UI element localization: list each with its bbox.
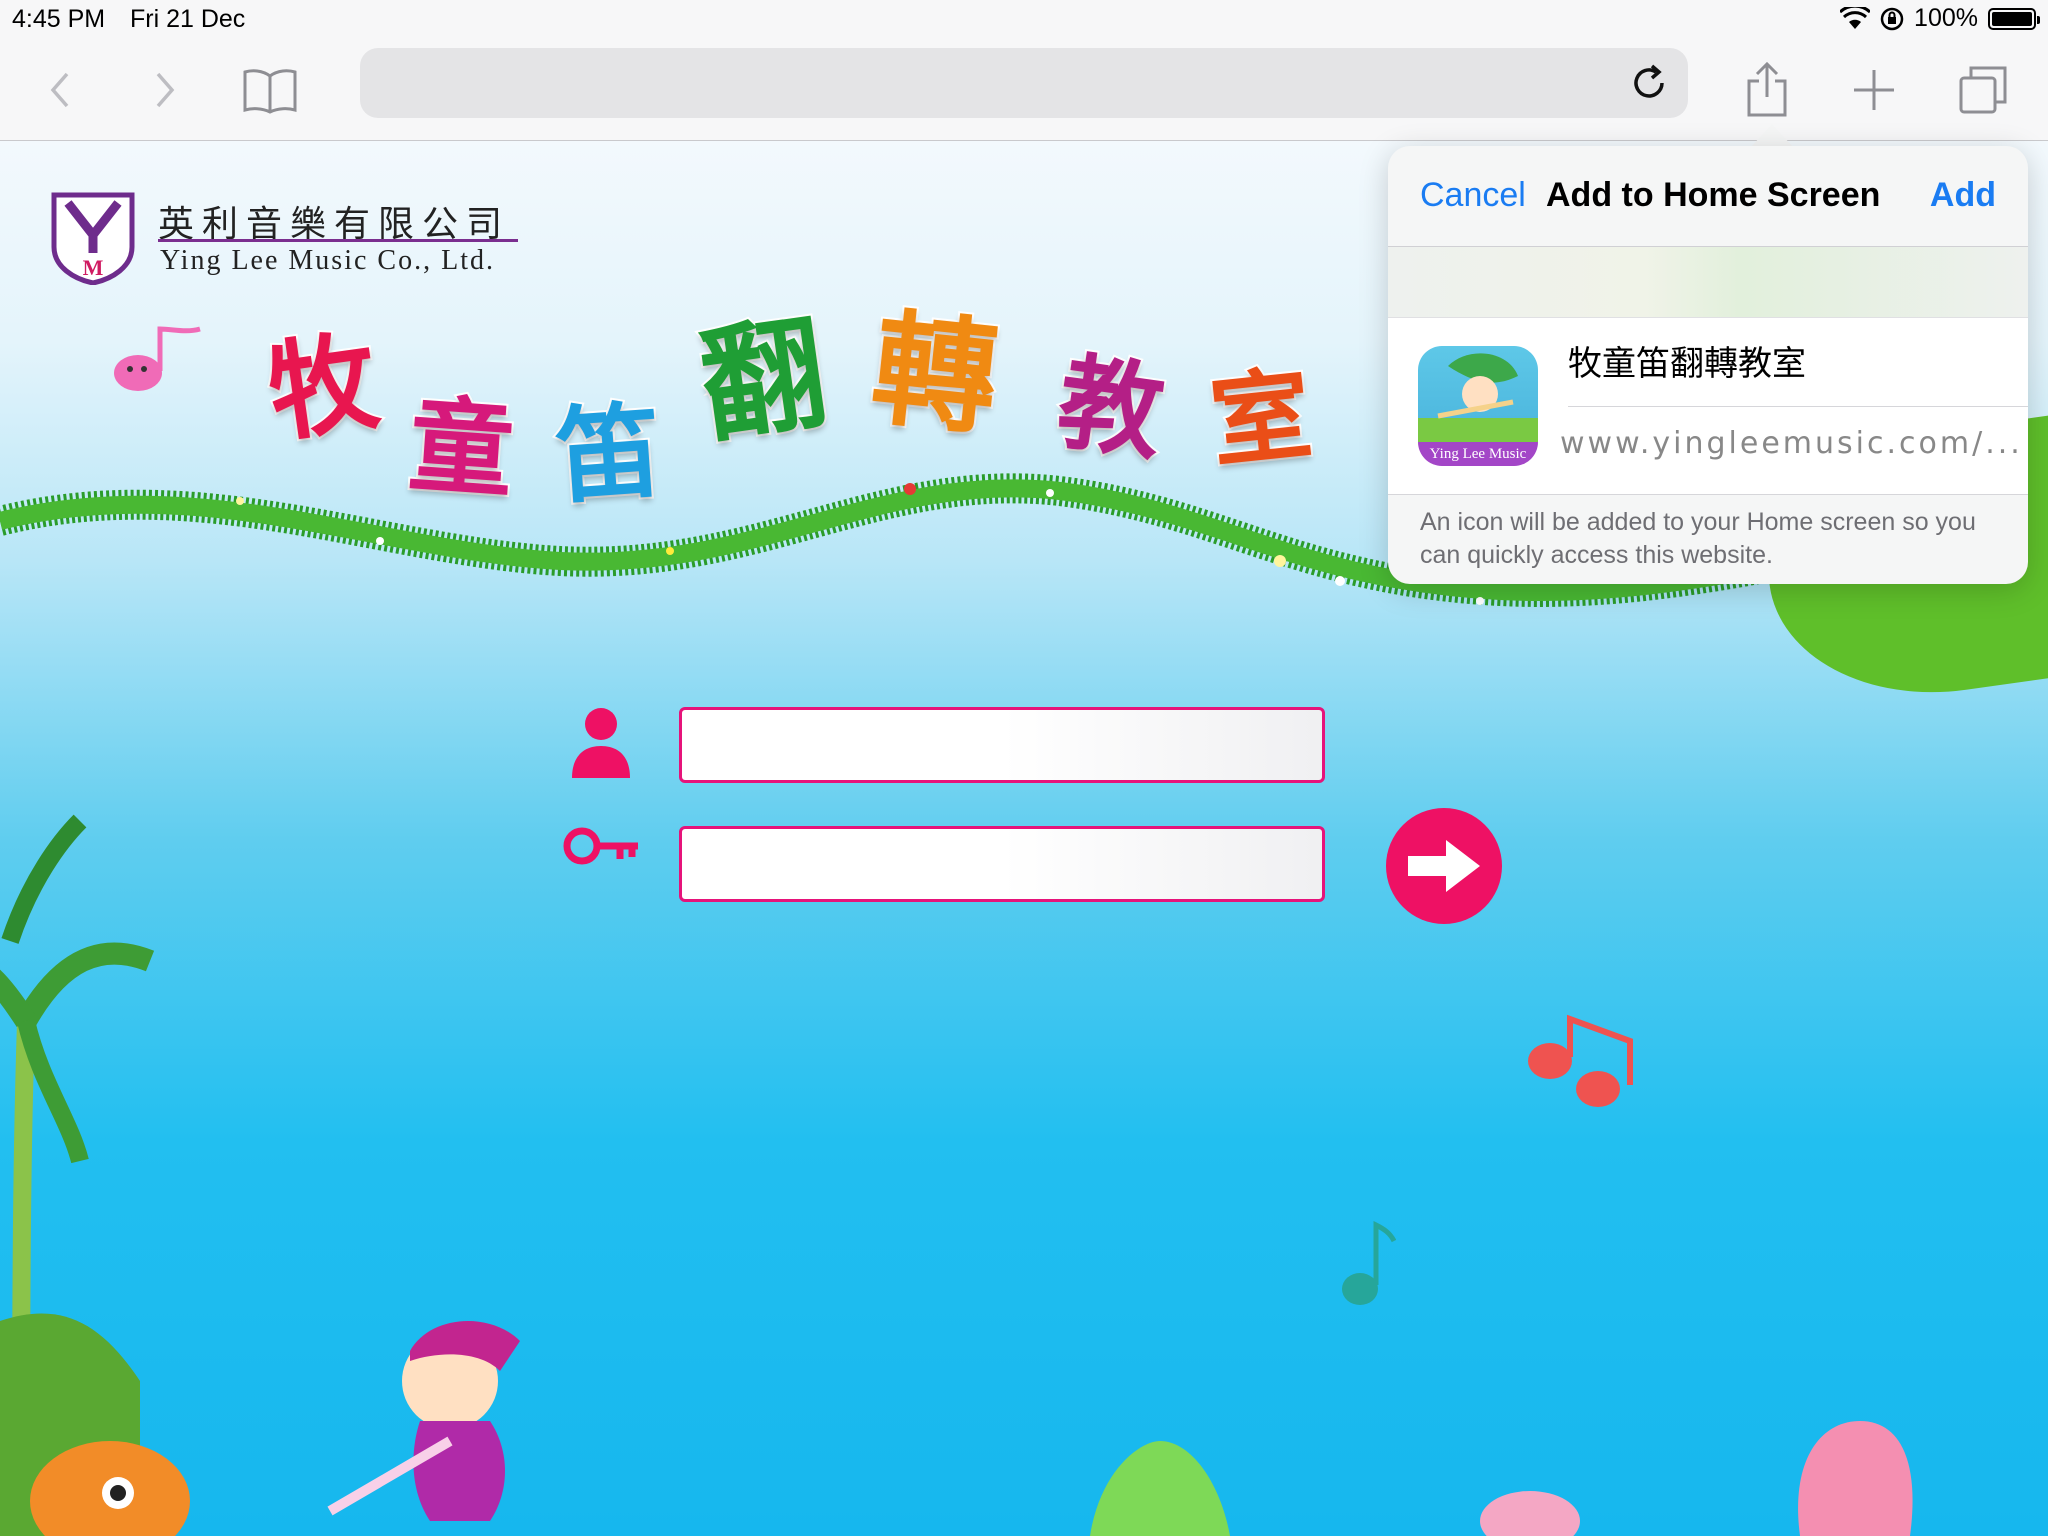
web-app-icon: Ying Lee Music <box>1418 346 1538 466</box>
app-url-text: www.yingleemusic.com/... <box>1560 426 2023 461</box>
status-right: 100% <box>1840 4 2040 33</box>
orientation-lock-icon <box>1880 7 1904 30</box>
user-icon <box>572 708 630 778</box>
address-bar[interactable] <box>360 48 1688 118</box>
teal-music-note-icon <box>1342 1220 1396 1305</box>
app-name-divider <box>1568 406 2028 407</box>
company-logo: M <box>50 191 136 290</box>
tabs-icon[interactable] <box>1953 60 2013 120</box>
key-icon <box>563 827 638 865</box>
share-icon[interactable] <box>1737 60 1797 120</box>
arrow-right-icon <box>1408 840 1480 892</box>
popover-footer-text: An icon will be added to your Home scree… <box>1420 508 1976 569</box>
app-icon-caption: Ying Lee Music <box>1430 446 1527 462</box>
company-name-english: Ying Lee Music Co., Ltd. <box>160 245 495 276</box>
add-button[interactable]: Add <box>1930 176 1996 215</box>
red-music-notes-icon <box>1528 1014 1633 1107</box>
battery-icon <box>1988 7 2040 30</box>
cancel-button[interactable]: Cancel <box>1420 176 1526 215</box>
pink-music-note-icon <box>114 326 201 391</box>
bookmark-card: Ying Lee Music www.yingleemusic.com/... <box>1388 317 2028 495</box>
popover-header: Cancel Add to Home Screen Add <box>1388 146 2028 247</box>
browser-toolbar <box>0 38 2048 141</box>
forward-chevron-icon[interactable] <box>135 60 195 120</box>
popover-blur-band <box>1388 247 2028 317</box>
back-chevron-icon[interactable] <box>30 60 90 120</box>
login-submit-button[interactable] <box>1386 808 1502 924</box>
wifi-icon <box>1840 6 1871 29</box>
battery-percent: 100% <box>1914 4 1978 32</box>
status-date: Fri 21 Dec <box>130 5 246 33</box>
add-to-home-screen-popover: Cancel Add to Home Screen Add Ying Lee M… <box>1388 146 2028 584</box>
company-underline <box>158 239 518 242</box>
svg-text:M: M <box>83 255 104 280</box>
popover-title: Add to Home Screen <box>1546 176 1881 214</box>
status-bar: 4:45 PM Fri 21 Dec 100% <box>0 0 2048 38</box>
password-input[interactable] <box>679 826 1325 902</box>
reload-icon[interactable] <box>1626 60 1672 106</box>
username-input[interactable] <box>679 707 1325 783</box>
status-time: 4:45 PM <box>12 5 106 33</box>
app-name-field[interactable] <box>1568 340 1998 380</box>
bottom-bushes-decoration <box>30 1421 1913 1536</box>
bookmarks-book-icon[interactable] <box>240 60 300 120</box>
new-tab-plus-icon[interactable] <box>1844 60 1904 120</box>
popover-arrow <box>1750 124 1794 148</box>
